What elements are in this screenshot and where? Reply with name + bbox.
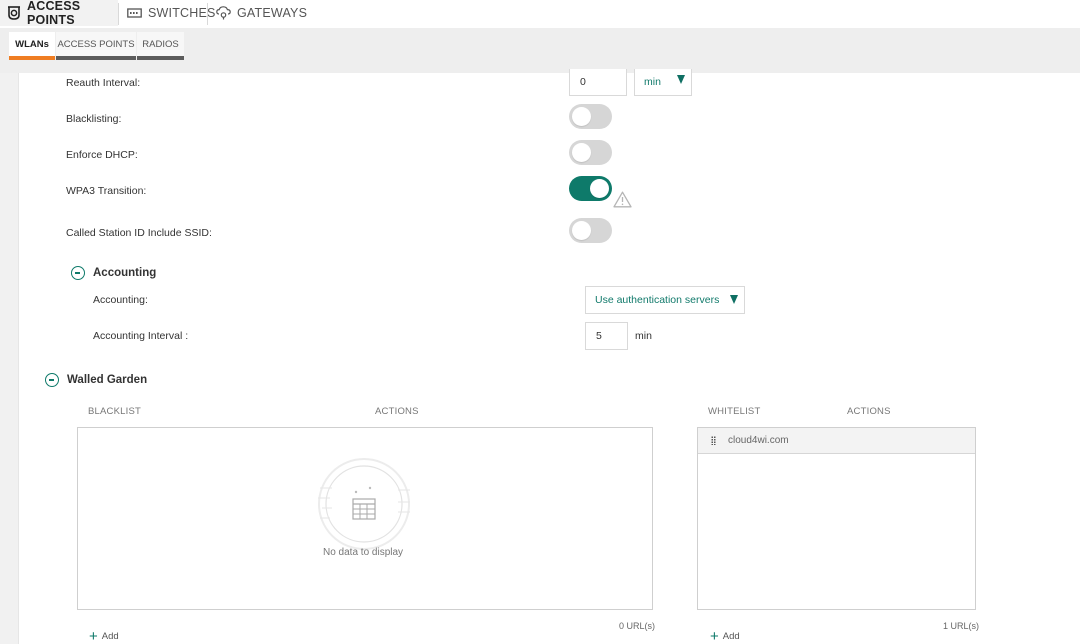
accounting-interval-label: Accounting Interval : bbox=[93, 330, 189, 342]
subtab-wlans[interactable]: WLANs bbox=[9, 32, 55, 60]
blacklist-count: 0 URL(s) bbox=[619, 621, 656, 631]
accounting-interval-unit: min bbox=[635, 330, 652, 342]
toggle-knob bbox=[572, 221, 591, 240]
subtab-radios-label: RADIOS bbox=[142, 38, 179, 50]
plus-icon: + bbox=[89, 628, 98, 644]
subtab-radios[interactable]: RADIOS bbox=[137, 32, 184, 60]
blacklist-add-label: Add bbox=[101, 631, 119, 642]
subtab-access-points[interactable]: ACCESS POINTS bbox=[56, 32, 136, 60]
reauth-unit-value: min bbox=[644, 76, 661, 88]
tab-gateways[interactable]: GATEWAYS bbox=[216, 0, 308, 26]
access-point-icon bbox=[7, 5, 21, 21]
switch-icon bbox=[127, 5, 142, 21]
tab-access-points-label: ACCESS POINTS bbox=[27, 0, 81, 27]
chevron-down-icon bbox=[730, 295, 738, 304]
wpa3-transition-label: WPA3 Transition: bbox=[66, 185, 147, 197]
accounting-label: Accounting: bbox=[93, 294, 148, 306]
blacklist-add-button[interactable]: + Add bbox=[89, 629, 119, 644]
blacklist-actions-header: ACTIONS bbox=[375, 406, 419, 417]
toggle-knob bbox=[590, 179, 609, 198]
table-row[interactable]: cloud4wi.com bbox=[698, 428, 975, 454]
reauth-unit-select[interactable]: min bbox=[634, 69, 692, 96]
empty-state-text: No data to display bbox=[323, 547, 404, 558]
enforce-dhcp-label: Enforce DHCP: bbox=[66, 149, 138, 161]
tab-switches-label: SWITCHES bbox=[148, 6, 216, 20]
reauth-interval-label: Reauth Interval: bbox=[66, 77, 141, 89]
blacklisting-label: Blacklisting: bbox=[66, 113, 122, 125]
accounting-select[interactable]: Use authentication servers bbox=[585, 286, 745, 314]
enforce-dhcp-toggle[interactable] bbox=[569, 140, 612, 165]
accounting-section-title: Accounting bbox=[93, 267, 157, 279]
table-icon bbox=[318, 465, 410, 543]
gateway-icon bbox=[216, 5, 231, 21]
accounting-select-value: Use authentication servers bbox=[595, 294, 720, 306]
whitelist-add-label: Add bbox=[722, 631, 740, 642]
chevron-down-icon bbox=[677, 75, 685, 84]
whitelist-url: cloud4wi.com bbox=[728, 435, 789, 446]
tab-gateways-label: GATEWAYS bbox=[237, 6, 308, 20]
whitelist-add-button[interactable]: + Add bbox=[710, 629, 740, 644]
left-gutter bbox=[0, 73, 19, 644]
walled-garden-section-title: Walled Garden bbox=[67, 374, 148, 386]
wpa3-transition-toggle[interactable] bbox=[569, 176, 612, 201]
accounting-interval-input[interactable]: 5 bbox=[585, 322, 628, 350]
blacklist-column-header: BLACKLIST bbox=[88, 406, 142, 417]
top-tab-bar: ACCESS POINTS SWITCHES GATEWAYS bbox=[0, 0, 1080, 28]
reauth-interval-value: 0 bbox=[580, 76, 586, 88]
subtab-access-points-label: ACCESS POINTS bbox=[57, 38, 135, 50]
called-station-toggle[interactable] bbox=[569, 218, 612, 243]
toggle-knob bbox=[572, 107, 591, 126]
whitelist-count: 1 URL(s) bbox=[943, 621, 980, 631]
collapse-accounting-icon[interactable] bbox=[71, 266, 85, 280]
collapse-walled-garden-icon[interactable] bbox=[45, 373, 59, 387]
drag-handle-icon[interactable] bbox=[711, 436, 716, 445]
reauth-interval-input[interactable]: 0 bbox=[569, 69, 627, 96]
blacklist-table: No data to display bbox=[77, 427, 653, 610]
called-station-label: Called Station ID Include SSID: bbox=[66, 227, 212, 239]
warning-icon bbox=[613, 191, 632, 208]
toggle-knob bbox=[572, 143, 591, 162]
subtab-wlans-label: WLANs bbox=[15, 38, 49, 50]
whitelist-actions-header: ACTIONS bbox=[847, 406, 891, 417]
accounting-interval-value: 5 bbox=[596, 330, 602, 342]
blacklisting-toggle[interactable] bbox=[569, 104, 612, 129]
tab-access-points[interactable]: ACCESS POINTS bbox=[0, 0, 118, 27]
plus-icon: + bbox=[710, 628, 719, 644]
tab-switches[interactable]: SWITCHES bbox=[127, 0, 215, 26]
sub-tab-strip: WLANs ACCESS POINTS RADIOS bbox=[0, 28, 1080, 73]
whitelist-table: cloud4wi.com bbox=[697, 427, 976, 610]
empty-state-illustration bbox=[318, 458, 410, 550]
whitelist-column-header: WHITELIST bbox=[708, 406, 761, 417]
